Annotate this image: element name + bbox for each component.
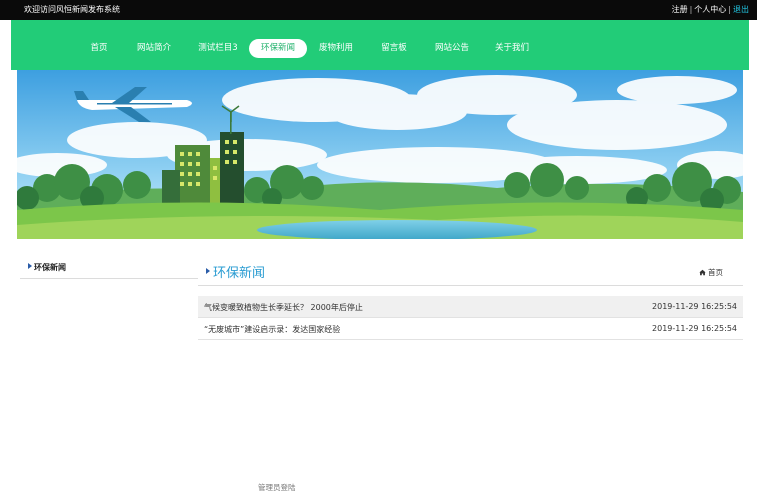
content-header: 环保新闻 首页: [198, 260, 743, 286]
welcome-text: 欢迎访问风恒新闻发布系统: [24, 5, 120, 14]
separator: |: [728, 5, 731, 14]
sidebar-title[interactable]: 环保新闻: [20, 262, 198, 279]
nav-item-home[interactable]: 首页: [84, 39, 114, 58]
nav-item-about-us[interactable]: 关于我们: [492, 39, 532, 58]
news-date: 2019-11-29 16:25:54: [652, 302, 737, 311]
top-bar: 欢迎访问风恒新闻发布系统 注册 | 个人中心 | 退出: [0, 0, 757, 20]
list-item[interactable]: “无废城市”建设启示录：发达国家经验 2019-11-29 16:25:54: [198, 318, 743, 340]
list-item[interactable]: 气候变暖致植物生长季延长？ 2000年后停止 2019-11-29 16:25:…: [198, 296, 743, 318]
news-date: 2019-11-29 16:25:54: [652, 324, 737, 333]
sidebar-title-label: 环保新闻: [34, 263, 66, 272]
nav-item-guestbook[interactable]: 留言板: [377, 39, 411, 58]
news-list: 气候变暖致植物生长季延长？ 2000年后停止 2019-11-29 16:25:…: [198, 296, 743, 340]
nav-item-recycling[interactable]: 废物利用: [316, 39, 356, 58]
page-title: 环保新闻: [206, 262, 265, 281]
home-icon: [699, 269, 706, 276]
separator: |: [689, 5, 693, 14]
news-title[interactable]: 气候变暖致植物生长季延长？ 2000年后停止: [204, 302, 363, 313]
nav-item-announcements[interactable]: 网站公告: [429, 39, 475, 58]
main-nav: 首页 网站简介 测试栏目3 环保新闻 废物利用 留言板 网站公告 关于我们: [11, 20, 749, 70]
breadcrumb[interactable]: 首页: [699, 267, 723, 278]
banner-image: [17, 70, 743, 239]
caret-right-icon: [28, 263, 32, 269]
nav-item-about-site[interactable]: 网站简介: [131, 39, 177, 58]
logout-link[interactable]: 退出: [733, 5, 749, 14]
breadcrumb-home: 首页: [708, 268, 723, 277]
user-center-link[interactable]: 个人中心: [694, 5, 726, 14]
banner-illustration: [17, 70, 743, 239]
caret-right-icon: [206, 268, 210, 274]
register-link[interactable]: 注册: [672, 5, 688, 14]
admin-login-link[interactable]: 管理员登陆: [258, 482, 296, 493]
nav-item-test-column[interactable]: 测试栏目3: [193, 39, 243, 58]
nav-item-eco-news[interactable]: 环保新闻: [249, 39, 307, 58]
top-links: 注册 | 个人中心 | 退出: [672, 4, 749, 15]
page-title-label: 环保新闻: [213, 266, 266, 281]
news-title[interactable]: “无废城市”建设启示录：发达国家经验: [204, 324, 340, 335]
